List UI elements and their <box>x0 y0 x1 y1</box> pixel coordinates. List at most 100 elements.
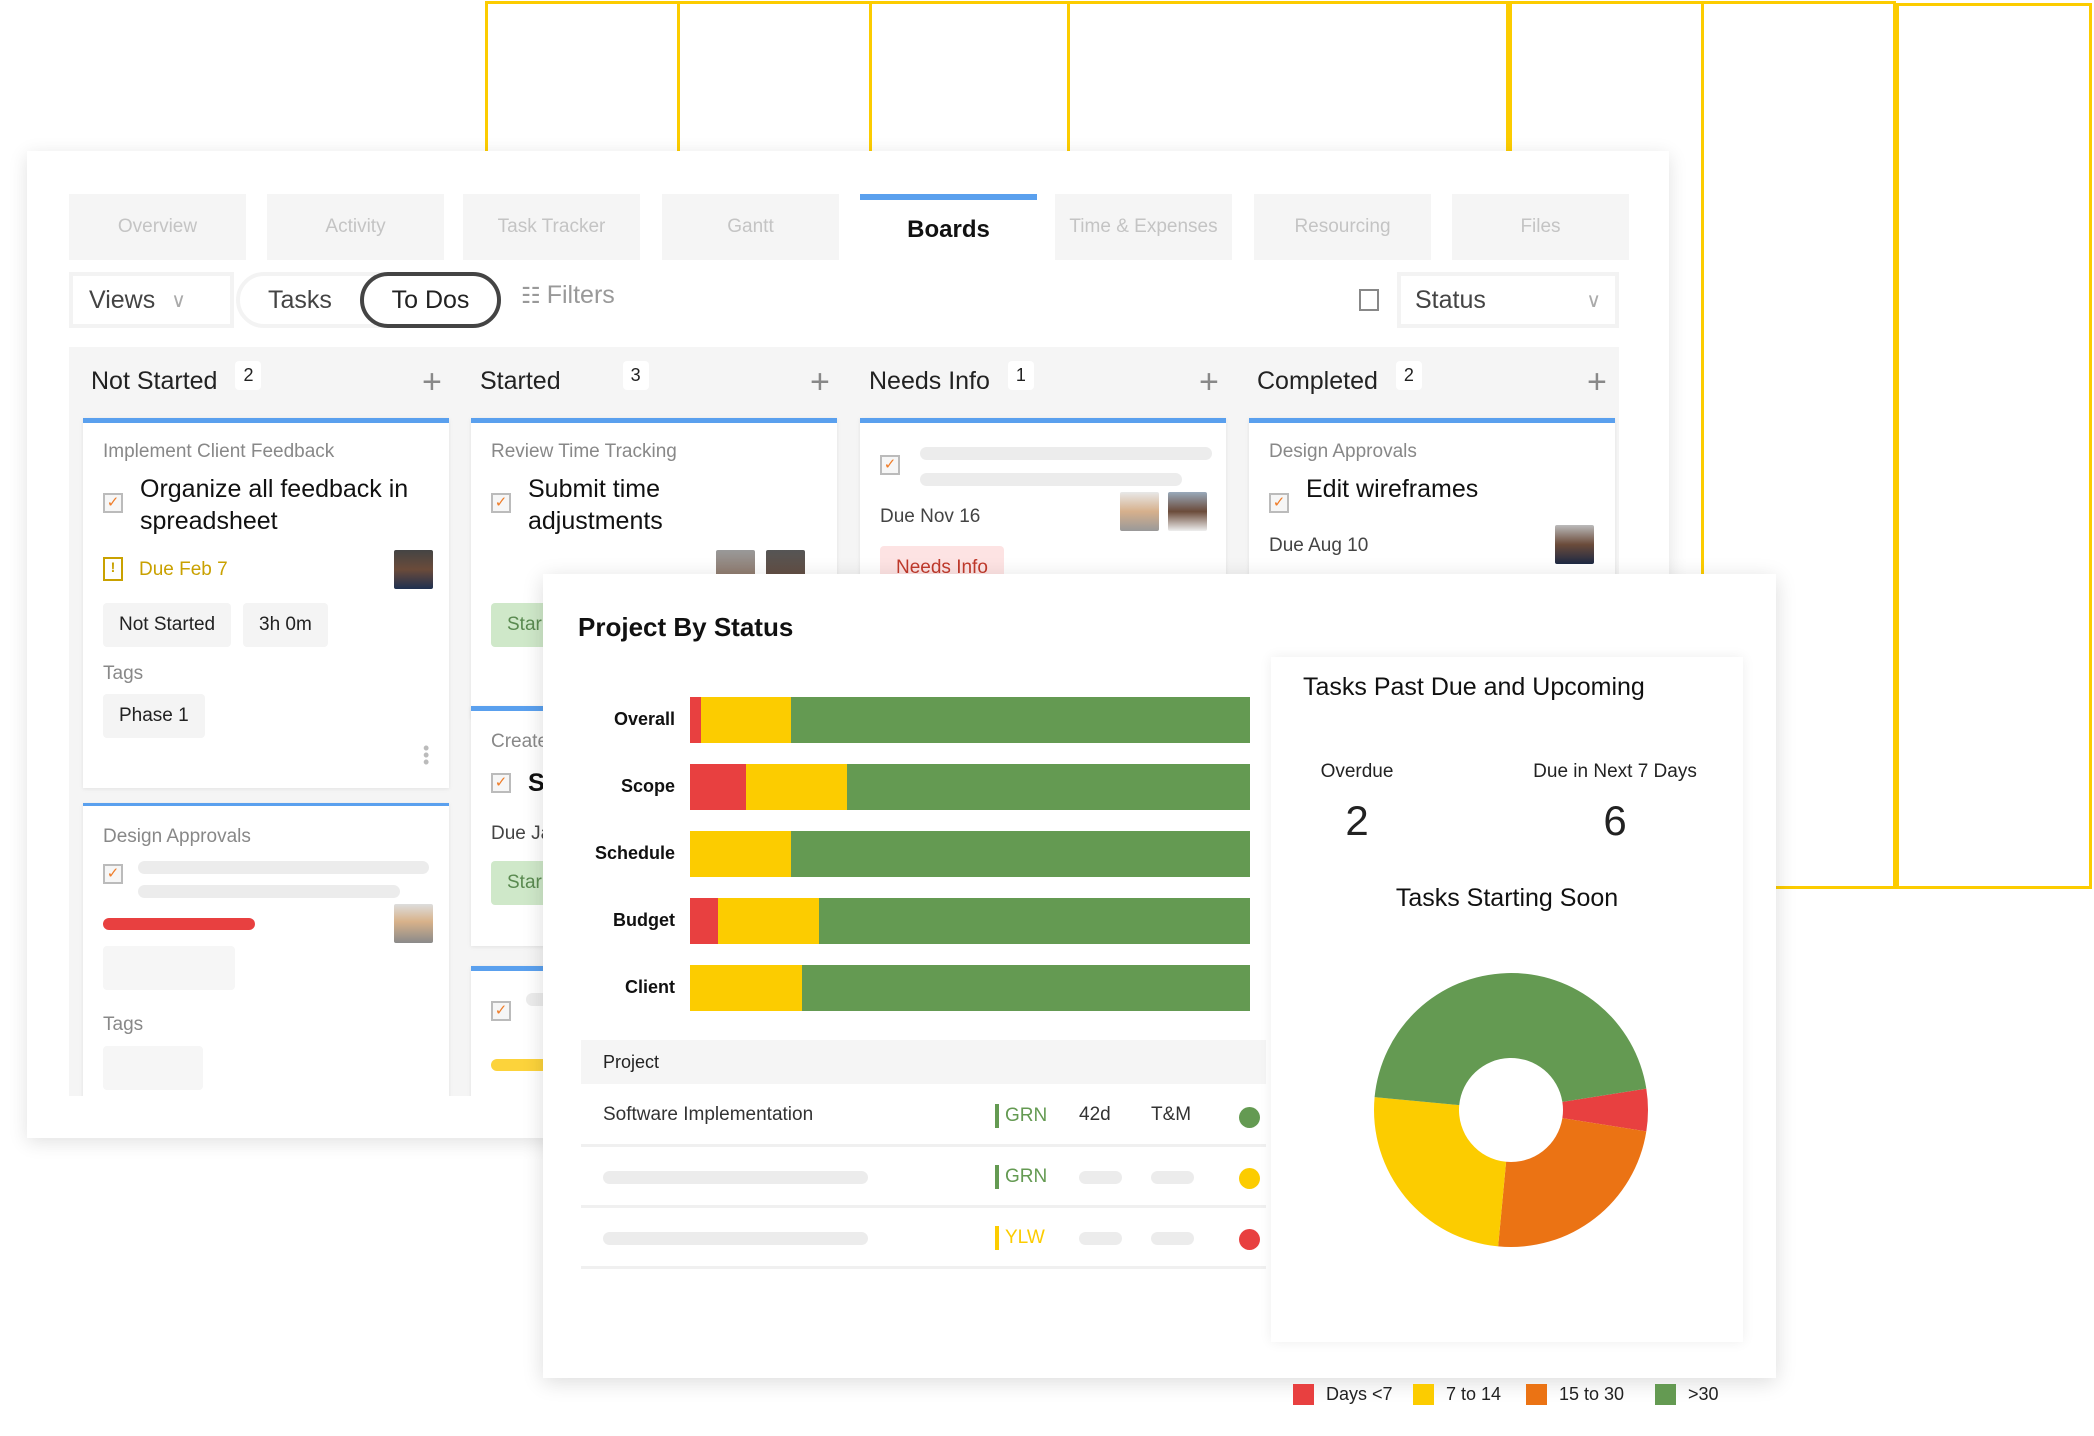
todo-checkbox-icon[interactable]: ✓ <box>491 493 511 513</box>
table-header: Project <box>581 1040 1266 1084</box>
column-title: Not Started <box>91 367 218 395</box>
avatar[interactable] <box>1120 492 1159 531</box>
sliders-icon: ☷ <box>521 282 541 308</box>
bar-segment <box>690 898 718 944</box>
bar-segment <box>802 965 1250 1011</box>
todo-checkbox-icon[interactable]: ✓ <box>103 864 123 884</box>
rag-status: GRN <box>995 1165 1047 1189</box>
placeholder-line <box>1079 1232 1122 1245</box>
views-dropdown[interactable]: Views ∨ <box>69 272 234 328</box>
overdue-label: Overdue <box>1320 761 1394 782</box>
column-count: 2 <box>235 361 262 390</box>
donut-slice <box>1498 1118 1647 1247</box>
table-row[interactable]: GRN <box>581 1147 1266 1208</box>
status-dot-icon <box>1239 1229 1260 1250</box>
overdue-value: 2 <box>1345 797 1369 844</box>
views-label: Views <box>89 285 156 314</box>
bar-segment <box>818 898 1250 944</box>
card-title: Edit wireframes <box>1306 475 1479 503</box>
column-count: 2 <box>1395 361 1422 390</box>
donut-slice <box>1374 1097 1507 1247</box>
todo-checkbox-icon[interactable]: ✓ <box>491 773 511 793</box>
legend-item: >30 <box>1655 1384 1719 1405</box>
add-card-button[interactable]: + <box>1199 363 1219 402</box>
bar-label: Budget <box>613 910 675 930</box>
column-title: Completed <box>1257 367 1378 395</box>
placeholder-line <box>138 861 429 874</box>
add-card-button[interactable]: + <box>1587 363 1607 402</box>
donut-title: Tasks Starting Soon <box>1395 884 1619 912</box>
bar-label: Scope <box>620 776 675 796</box>
bar-segment <box>718 898 819 944</box>
dashboard-card: Project By Status Overall Scope Schedule Bu… <box>543 574 1776 1405</box>
placeholder-line <box>920 473 1182 486</box>
column-title: Needs Info <box>869 367 990 395</box>
avatar[interactable] <box>394 550 433 589</box>
filters-button[interactable]: ☷ Filters <box>521 281 615 310</box>
bar-segment <box>790 697 1250 743</box>
tab-activity[interactable]: Activity <box>267 194 444 260</box>
tab-task-tracker[interactable]: Task Tracker <box>463 194 640 260</box>
placeholder-line <box>603 1171 868 1184</box>
bar-segment <box>690 831 791 877</box>
filters-label: Filters <box>546 281 615 309</box>
tasks-panel: Tasks Past Due and Upcoming Overdue 2 Du… <box>1271 657 1743 1405</box>
tab-time-expenses[interactable]: Time & Expenses <box>1055 194 1232 260</box>
bar-label: Schedule <box>594 843 675 863</box>
overdue-bar <box>103 918 255 930</box>
panel-title: Tasks Past Due and Upcoming <box>1303 673 1645 701</box>
bar-segment <box>690 764 746 810</box>
avatar[interactable] <box>1168 492 1207 531</box>
placeholder-chip <box>103 946 235 990</box>
due-date: Due Feb 7 <box>139 559 228 580</box>
group-by-dropdown[interactable]: Status ∨ <box>1397 272 1619 328</box>
tab-files[interactable]: Files <box>1452 194 1629 260</box>
bar-segment <box>790 831 1250 877</box>
column-count: 3 <box>622 361 649 390</box>
task-card[interactable]: Design Approvals ✓ Tags <box>83 803 449 1138</box>
legend-swatch <box>1293 1384 1314 1405</box>
placeholder-line <box>1151 1171 1194 1184</box>
legend-label: Days <7 <box>1326 1384 1393 1404</box>
todos-toggle[interactable]: To Dos <box>360 272 501 328</box>
next7-value: 6 <box>1603 797 1627 844</box>
add-card-button[interactable]: + <box>810 363 830 402</box>
add-card-button[interactable]: + <box>422 363 442 402</box>
tag-chip[interactable]: Phase 1 <box>103 694 205 738</box>
todo-checkbox-icon[interactable]: ✓ <box>491 1001 511 1021</box>
tab-boards[interactable]: Boards <box>860 194 1037 260</box>
todo-checkbox-icon[interactable]: ✓ <box>1269 493 1289 513</box>
avatar[interactable] <box>1555 525 1594 564</box>
duration: 42d <box>1079 1104 1111 1125</box>
decor-frame <box>1896 3 2092 889</box>
tab-gantt[interactable]: Gantt <box>662 194 839 260</box>
group-by-label: Status <box>1415 285 1486 314</box>
placeholder-line <box>1151 1232 1194 1245</box>
tab-overview[interactable]: Overview <box>69 194 246 260</box>
column-header: Completed 2 <box>1257 361 1422 396</box>
next7-label: Due in Next 7 Days <box>1533 761 1697 782</box>
tasks-toggle[interactable]: Tasks <box>268 286 332 315</box>
bar-segment <box>690 965 802 1011</box>
legend-swatch <box>1526 1384 1547 1405</box>
dashboard-title: Project By Status <box>578 612 794 642</box>
card-category: Implement Client Feedback <box>103 441 335 462</box>
avatar[interactable] <box>394 904 433 943</box>
board-view-icon[interactable] <box>1359 289 1379 311</box>
todo-checkbox-icon[interactable]: ✓ <box>103 493 123 513</box>
column-header-project: Project <box>603 1052 660 1072</box>
status-chip: Not Started <box>103 603 232 647</box>
table-row[interactable]: YLW <box>581 1208 1266 1269</box>
column-count: 1 <box>1007 361 1034 390</box>
billing-type: T&M <box>1151 1104 1192 1125</box>
bar-segment <box>846 764 1250 810</box>
task-card[interactable]: Implement Client Feedback ✓ Organize all… <box>83 418 449 788</box>
card-category: Design Approvals <box>1269 441 1417 462</box>
more-menu-icon[interactable]: • • • <box>423 739 429 771</box>
status-dot-icon <box>1239 1168 1260 1189</box>
todo-checkbox-icon[interactable]: ✓ <box>880 455 900 475</box>
table-row[interactable]: Software Implementation GRN 42d T&M <box>581 1086 1266 1147</box>
tab-resourcing[interactable]: Resourcing <box>1254 194 1431 260</box>
card-category: Review Time Tracking <box>491 441 677 462</box>
rag-status: YLW <box>995 1226 1045 1250</box>
